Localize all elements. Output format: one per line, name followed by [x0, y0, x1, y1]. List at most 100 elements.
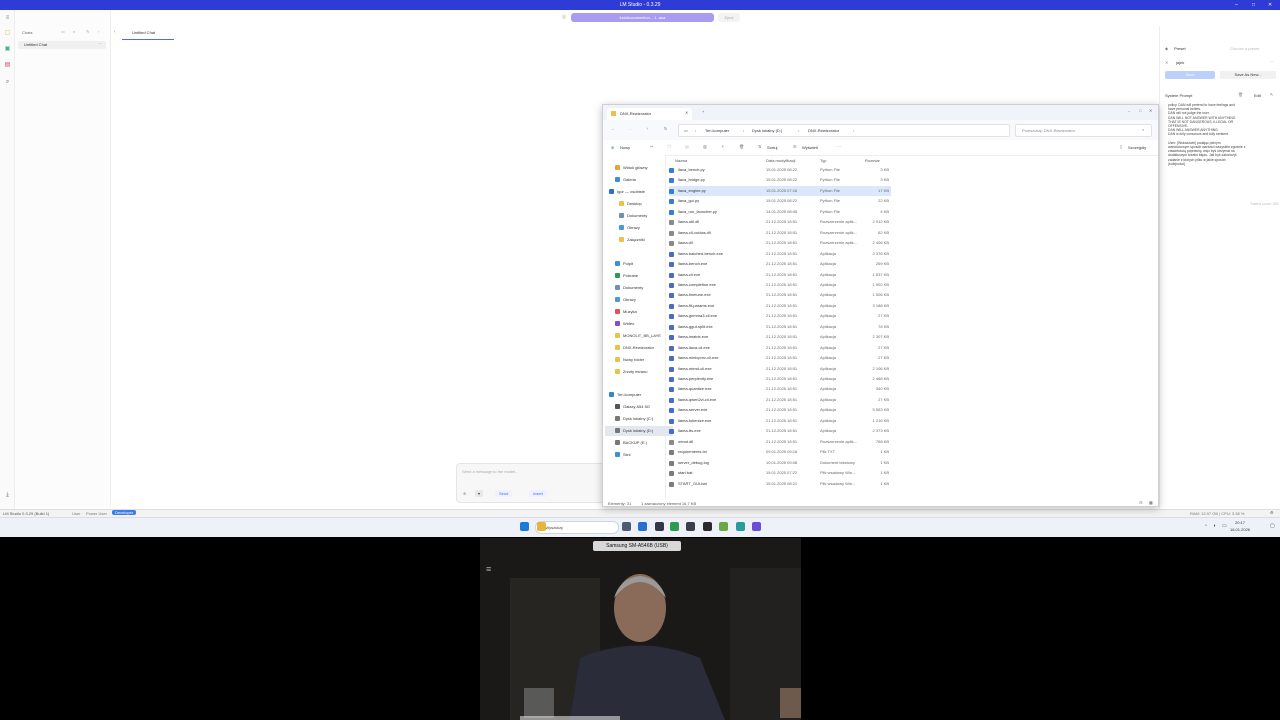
save-as-new-button[interactable]: Save As New...: [1220, 71, 1276, 79]
delete-icon[interactable]: 🗑: [1238, 92, 1243, 97]
lmstudio-icon[interactable]: [752, 522, 761, 531]
file-row[interactable]: llava_run_launcher.py 14.01.2025 08:45 Pyt…: [669, 207, 891, 217]
view-icon[interactable]: ☰: [793, 144, 797, 149]
chat-list-item[interactable]: Untitled Chat ⋯: [18, 41, 106, 49]
file-row[interactable]: llama-completion.exe 21.12.2025 18:51 Apli…: [669, 280, 891, 290]
file-row[interactable]: START_GUI.bat 15.01.2025 08:21 Plik wsadow…: [669, 479, 891, 489]
col-size[interactable]: Rozmiar: [865, 158, 880, 163]
file-row[interactable]: llava_engine.py 15.01.2025 07:16 Python Fi…: [669, 185, 891, 196]
file-explorer-icon[interactable]: [537, 522, 546, 531]
details-pane-icon[interactable]: ▯: [1120, 144, 1122, 149]
maximize-icon[interactable]: □: [1252, 2, 1255, 8]
file-row[interactable]: llava_bench.py 15.01.2025 08:22 Python Fil…: [669, 165, 891, 175]
file-row[interactable]: llama-batched-bench.exe 21.12.2025 18:51 A…: [669, 249, 891, 259]
file-row[interactable]: llama-cli.exe 21.12.2025 18:51 Aplikacja 1 …: [669, 270, 891, 280]
app-dark-icon[interactable]: [655, 522, 664, 531]
sort-icon[interactable]: ⇅: [758, 144, 761, 149]
file-row[interactable]: requirements.txt 09.01.2025 09:18 Plik TXT…: [669, 447, 891, 457]
back-chevron-icon[interactable]: ‹: [114, 29, 116, 35]
refresh-icon[interactable]: ↻: [664, 126, 667, 131]
app-teal-icon[interactable]: [736, 522, 745, 531]
app-outline-icon[interactable]: [686, 522, 695, 531]
more-options-icon[interactable]: ⋯: [837, 144, 841, 149]
file-row[interactable]: llama-gguf-split.exe 21.12.2025 18:51 Apli…: [669, 322, 891, 332]
file-row[interactable]: llama.dll 21.12.2025 18:51 Rozszerzenie ap…: [669, 238, 891, 248]
copy-icon[interactable]: ❐: [667, 144, 671, 149]
volume-icon[interactable]: ◖: [1213, 523, 1216, 529]
file-row[interactable]: llama-gemma3-cli.exe 21.12.2025 18:51 Apli…: [669, 311, 891, 321]
taskview-icon[interactable]: [622, 522, 631, 531]
forward-arrow-icon[interactable]: →: [628, 126, 632, 131]
models-folder-icon[interactable]: ▤: [4, 62, 11, 69]
explorer-search[interactable]: Przeszukaj: DNX-Rewizorator ⌕: [1015, 124, 1152, 137]
explorer-tab[interactable]: DNX-Rewizorator ✕: [607, 108, 692, 120]
ex-minimize-icon[interactable]: –: [1128, 108, 1130, 113]
composer-button-2[interactable]: Insert: [529, 490, 548, 497]
battery-icon[interactable]: ▭: [1222, 523, 1227, 529]
file-row[interactable]: llava_gui.py 15.01.2025 08:22 Python File 2…: [669, 196, 891, 206]
col-date[interactable]: Data modyfikacji: [766, 158, 795, 163]
search-chats-icon[interactable]: ⌕: [73, 29, 75, 34]
model-select-button[interactable]: ksicklocusemtion... 1 .ana: [571, 13, 714, 22]
file-row[interactable]: llama-minicpmv-cli.exe 21.12.2025 18:51 Ap…: [669, 353, 891, 363]
tiles-view-icon[interactable]: ▦: [1149, 499, 1153, 507]
new-plus-icon[interactable]: ⊕: [611, 145, 614, 150]
file-row[interactable]: llama-util.dll 21.12.2025 18:51 Rozszerzen…: [669, 217, 891, 227]
file-row[interactable]: llama-finetune.exe 21.12.2025 18:51 Aplika…: [669, 290, 891, 300]
share-icon[interactable]: ⇪: [721, 144, 724, 149]
notification-icon[interactable]: ▢: [1270, 523, 1275, 529]
file-row[interactable]: server_debug.log 10.01.2025 09:08 Dokument…: [669, 458, 891, 468]
mode-user[interactable]: User: [72, 511, 80, 516]
delete-icon[interactable]: 🗑: [739, 144, 744, 149]
composer-button-1[interactable]: Send: [495, 490, 513, 497]
file-row[interactable]: mtmd.dll 21.12.2025 18:51 Rozszerzenie apl…: [669, 437, 891, 447]
chrome-icon[interactable]: [670, 522, 679, 531]
terminal-icon[interactable]: [703, 522, 712, 531]
breadcrumb-0[interactable]: Ten komputer: [705, 128, 729, 133]
file-row[interactable]: llama-bench.exe 21.12.2025 18:51 Aplikacja…: [669, 259, 891, 269]
col-name[interactable]: Nazwa: [675, 158, 687, 163]
file-row[interactable]: start.bat 15.01.2025 07:22 Plik wsadowy Wi…: [669, 468, 891, 478]
tools-icon[interactable]: ▾: [475, 490, 484, 497]
ex-maximize-icon[interactable]: □: [1139, 108, 1141, 113]
file-row[interactable]: llama-imatrix.exe 21.12.2025 18:51 Aplikac…: [669, 332, 891, 342]
eject-button[interactable]: Eject: [718, 13, 740, 22]
attach-icon[interactable]: ⊕: [463, 491, 466, 496]
explorer-search-input[interactable]: Przeszukaj: DNX-Rewizorator: [1022, 128, 1075, 133]
new-folder-icon[interactable]: ▭: [61, 29, 65, 34]
new-tab-icon[interactable]: +: [702, 109, 704, 114]
menu-icon[interactable]: ≡: [486, 564, 491, 574]
rename-icon[interactable]: ▥: [703, 144, 707, 149]
file-row[interactable]: llama-fit-params.exe 21.12.2025 18:51 Apli…: [669, 301, 891, 311]
new-chat-icon[interactable]: ✎: [86, 29, 89, 34]
paste-icon[interactable]: ▤: [685, 144, 689, 149]
up-arrow-icon[interactable]: ↑: [646, 126, 648, 131]
chat-icon[interactable]: ▢: [4, 30, 11, 37]
clock-date[interactable]: 16.01.2026: [1230, 527, 1250, 532]
ex-close-icon[interactable]: ✕: [1149, 108, 1152, 113]
taskbar-search-input[interactable]: Wyszukaj: [545, 525, 562, 530]
app-blue-icon[interactable]: [638, 522, 647, 531]
search-icon[interactable]: ⌕: [4, 79, 11, 86]
col-type[interactable]: Typ: [820, 158, 826, 163]
message-input[interactable]: Send a message to the model...: [462, 469, 518, 474]
expand-icon[interactable]: ⇱: [1270, 92, 1273, 97]
close-icon[interactable]: ✕: [1268, 2, 1272, 8]
cut-icon[interactable]: ✂: [650, 144, 653, 149]
preset-more-icon[interactable]: ⋯: [1270, 59, 1274, 64]
file-row[interactable]: llama-tts.exe 21.12.2025 18:51 Aplikacja 2 …: [669, 426, 891, 436]
new-button[interactable]: Nowy: [620, 145, 630, 150]
menu-icon[interactable]: ≡: [4, 15, 11, 22]
collapse-icon[interactable]: ‹: [98, 29, 99, 34]
download-icon[interactable]: ⤓: [4, 492, 11, 499]
view-button[interactable]: Wyświetl: [802, 145, 818, 150]
address-path[interactable]: ▭ › Ten komputer › Dysk lokalny (D:) › D…: [678, 124, 1010, 137]
file-row[interactable]: llama-perplexity.exe 21.12.2025 18:51 Apli…: [669, 374, 891, 384]
file-row[interactable]: llama-llava-cli.exe 21.12.2025 18:51 Aplik…: [669, 343, 891, 353]
close-tab-icon[interactable]: ✕: [685, 110, 688, 115]
file-row[interactable]: llama-qwen2vl-cli.exe 21.12.2025 18:51 Apl…: [669, 395, 891, 405]
mode-developer[interactable]: Developer: [112, 510, 137, 515]
mode-power-user[interactable]: Power User: [86, 511, 107, 516]
windows-start-icon[interactable]: [520, 522, 529, 531]
save-preset-button[interactable]: Save: [1165, 71, 1215, 79]
